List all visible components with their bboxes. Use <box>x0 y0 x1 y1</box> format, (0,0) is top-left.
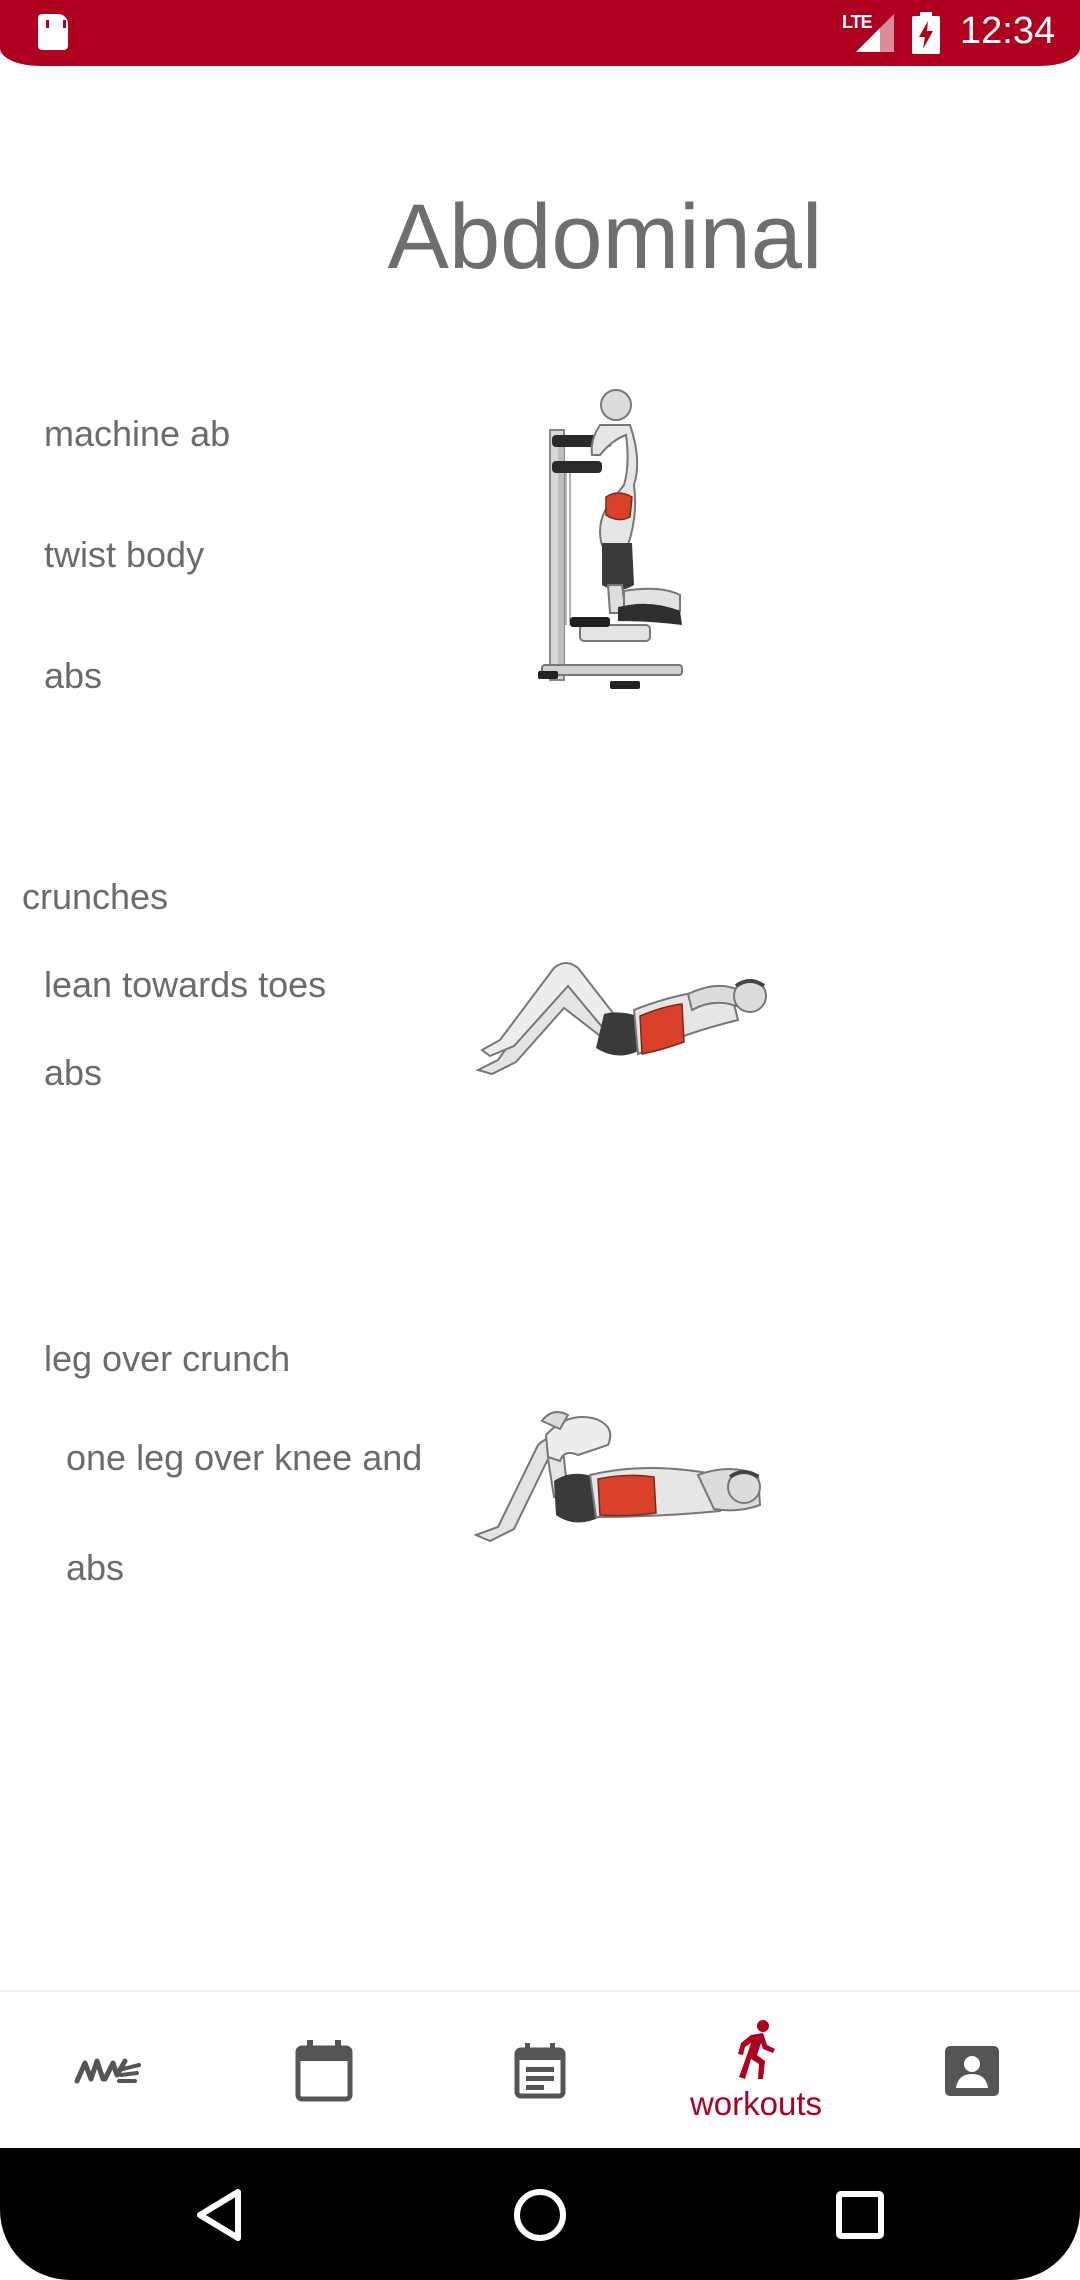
nav-item-profile[interactable] <box>864 1992 1080 2150</box>
exercise-name: crunches <box>22 876 169 917</box>
exercise-muscle: abs <box>44 655 103 696</box>
crunch-figure <box>475 962 767 1076</box>
machine-ab-crunch-figure <box>538 389 683 689</box>
contact-card-icon <box>945 2046 999 2096</box>
status-bar: LTE 12:34 <box>0 0 1080 66</box>
system-navigation-bar <box>0 2148 1080 2280</box>
exercise-description: one leg over knee and <box>66 1437 423 1478</box>
nav-item-schedule[interactable] <box>432 1992 648 2150</box>
exercise-muscle: abs <box>66 1547 125 1588</box>
page-title: Abdominal <box>387 186 823 288</box>
nav-item-workouts[interactable]: workouts <box>648 1992 864 2150</box>
calendar-icon <box>295 2040 353 2102</box>
nav-label-workouts: workouts <box>689 2085 823 2122</box>
nav-item-logo[interactable] <box>0 1992 216 2150</box>
home-icon[interactable] <box>505 2180 575 2250</box>
clock: 12:34 <box>960 10 1056 52</box>
running-icon <box>738 2020 775 2079</box>
exercise-name: leg over crunch <box>44 1338 291 1379</box>
brand-logo-icon <box>74 2058 141 2084</box>
event-note-icon <box>514 2043 566 2099</box>
sd-card-icon <box>38 14 68 50</box>
signal-icon <box>856 14 894 52</box>
exercise-name: machine ab <box>44 413 231 454</box>
exercise-muscle: abs <box>44 1052 103 1093</box>
recents-icon[interactable] <box>825 2180 895 2250</box>
exercise-description: twist body <box>44 534 205 575</box>
nav-item-calendar[interactable] <box>216 1992 432 2150</box>
back-icon[interactable] <box>186 2180 256 2250</box>
bottom-navigation: workouts <box>0 1990 1080 2148</box>
exercise-description: lean towards toes <box>44 964 327 1005</box>
battery-charging-icon <box>912 12 940 54</box>
leg-over-crunch-figure <box>473 1411 762 1543</box>
